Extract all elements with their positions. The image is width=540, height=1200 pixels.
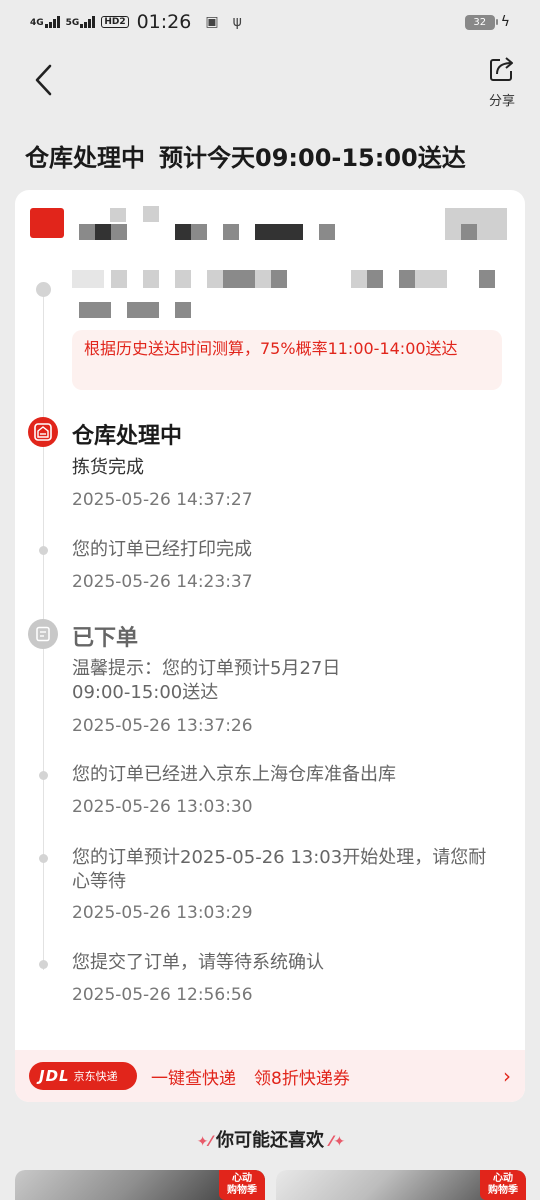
recommend-product-card[interactable]: 心动 购物季 [276, 1170, 526, 1200]
event-time: 2025-05-26 13:03:29 [72, 903, 253, 923]
sim2-signal-icon: 5G [66, 16, 96, 28]
sparkle-right-icon: ⁄⁄ ✦ [330, 1134, 345, 1150]
event-text: 您提交了订单，请等待系统确认 [72, 952, 324, 973]
event-time: 2025-05-26 13:03:30 [72, 797, 253, 817]
share-icon [490, 57, 513, 81]
warehouse-icon [28, 417, 58, 447]
event-text: 您的订单预计2025-05-26 13:03开始处理，请您耐心等待 [72, 847, 487, 892]
status-bar: 4G 5G HD2 01:26 ▣ ψ 32 ϟ [0, 0, 540, 44]
timeline-dot-current [36, 282, 51, 297]
event-heading-warehouse: 仓库处理中 [72, 424, 183, 449]
timeline-dot [39, 546, 48, 555]
jdl-logo: JDL 京东快递 [29, 1062, 137, 1090]
recommend-title-text: 你可能还喜欢 [216, 1130, 324, 1151]
delivery-status: 仓库处理中 [25, 144, 145, 172]
prediction-hint: 根据历史送达时间测算，75%概率11:00-14:00送达 [72, 330, 502, 390]
promo-badge: 心动 购物季 [480, 1170, 526, 1200]
nfc-icon: ▣ [205, 14, 219, 30]
hd-voice-icon: HD2 [101, 16, 129, 28]
sim1-signal-icon: 4G [30, 16, 60, 28]
timeline-dot [39, 960, 48, 969]
jdl-logo-main: JDL [39, 1067, 70, 1085]
tracking-card: 根据历史送达时间测算，75%概率11:00-14:00送达 仓库处理中 拣货完成… [15, 190, 525, 1102]
carrier-logo [30, 208, 64, 238]
express-coupon-link[interactable]: 领8折快递券 [254, 1064, 350, 1089]
status-left: 4G 5G HD2 01:26 ▣ ψ [30, 11, 242, 33]
event-text: 您的订单已经进入京东上海仓库准备出库 [72, 764, 396, 785]
event-text: 温馨提示：您的订单预计5月27日 09:00-15:00送达 [72, 658, 341, 703]
page-title: 仓库处理中 预计今天09:00-15:00送达 [25, 138, 466, 173]
query-express-link[interactable]: 一键查快递 [151, 1064, 236, 1089]
back-arrow-icon [35, 64, 52, 96]
chevron-right-icon[interactable]: › [503, 1064, 511, 1088]
delivery-eta: 预计今天09:00-15:00送达 [159, 144, 466, 172]
battery-icon: 32 [464, 14, 498, 30]
event-heading-order-placed: 已下单 [72, 626, 139, 651]
battery-level: 32 [473, 16, 487, 28]
share-label: 分享 [488, 94, 515, 109]
clock: 01:26 [136, 11, 192, 33]
status-right: 32 ϟ [464, 14, 510, 30]
event-time: 2025-05-26 14:37:27 [72, 490, 253, 510]
order-placed-icon [28, 619, 58, 649]
event-time: 2025-05-26 13:37:26 [72, 716, 253, 736]
timeline-dot [39, 771, 48, 780]
jdl-logo-sub: 京东快递 [73, 1070, 118, 1083]
share-button[interactable]: 分享 [482, 54, 522, 110]
sparkle-left-icon: ✦ ⁄⁄ [196, 1134, 212, 1150]
event-time: 2025-05-26 14:23:37 [72, 572, 253, 592]
recommend-title: ✦ ⁄⁄ 你可能还喜欢 ⁄⁄ ✦ [0, 1126, 540, 1152]
event-text: 拣货完成 [72, 457, 144, 478]
event-time: 2025-05-26 12:56:56 [72, 985, 253, 1005]
charging-icon: ϟ [500, 14, 510, 30]
back-button[interactable] [28, 60, 64, 100]
timeline-dot [39, 854, 48, 863]
event-text: 您的订单已经打印完成 [72, 539, 252, 560]
promo-badge: 心动 购物季 [219, 1170, 265, 1200]
nav-bar: 分享 [0, 50, 540, 110]
express-promo-bar[interactable]: JDL 京东快递 一键查快递 领8折快递券 › [15, 1050, 525, 1102]
usb-icon: ψ [232, 14, 242, 30]
recommend-product-card[interactable]: 心动 购物季 [15, 1170, 265, 1200]
